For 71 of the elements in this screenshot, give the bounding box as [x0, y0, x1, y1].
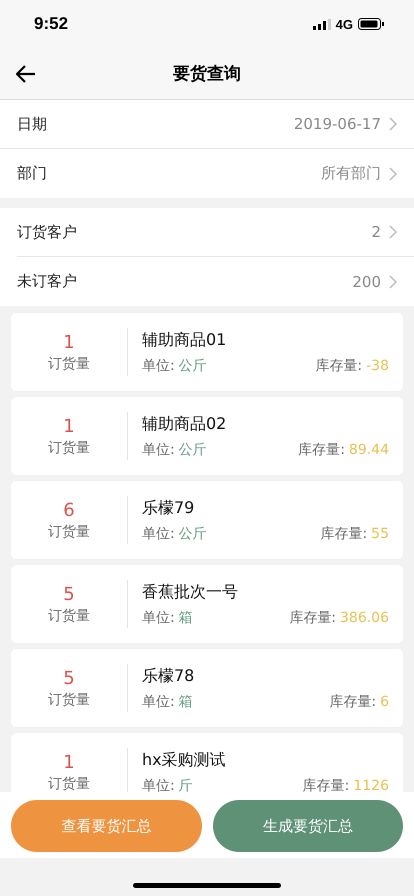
- row-label: 订货客户: [17, 222, 77, 242]
- list-row[interactable]: 订货客户 2: [17, 208, 414, 257]
- order-quantity: 1: [63, 752, 75, 772]
- list-row[interactable]: 日期 2019-06-17: [0, 100, 414, 149]
- product-card[interactable]: 1 订货量 辅助商品01 单位: 公斤 库存量: -38: [11, 313, 403, 391]
- order-quantity: 5: [63, 584, 75, 604]
- stock-label: 库存量:: [302, 778, 350, 792]
- quantity-label: 订货量: [48, 690, 90, 708]
- stock-value: 55: [371, 526, 389, 542]
- list-row[interactable]: 未订客户 200: [17, 257, 414, 306]
- stock-value: 6: [380, 694, 389, 710]
- quantity-label: 订货量: [48, 774, 90, 792]
- unit-label: 单位:: [142, 358, 175, 374]
- product-name: 辅助商品01: [142, 330, 228, 350]
- unit-value: 公斤: [178, 526, 207, 542]
- stock-label: 库存量:: [298, 442, 345, 458]
- quantity-label: 订货量: [48, 606, 90, 624]
- row-value: 所有部门: [321, 164, 381, 183]
- unit-label: 单位:: [142, 526, 175, 542]
- order-quantity: 6: [63, 500, 75, 520]
- back-arrow-icon: [16, 64, 36, 82]
- unit-value: 箱: [178, 610, 193, 626]
- row-label: 日期: [17, 114, 47, 134]
- product-name: 辅助商品02: [142, 414, 228, 434]
- chevron-icon: [389, 225, 397, 239]
- row-label: 部门: [17, 164, 47, 183]
- unit-value: 公斤: [178, 358, 207, 374]
- row-value: 200: [352, 272, 381, 290]
- quantity-label: 订货量: [48, 522, 90, 540]
- product-card[interactable]: 6 订货量 乐檬79 单位: 公斤 库存量: 55: [11, 481, 403, 559]
- unit-label: 单位:: [142, 778, 175, 792]
- unit-label: 单位:: [142, 694, 175, 710]
- chevron-icon: [389, 274, 397, 288]
- network-label: 4G: [336, 16, 353, 32]
- product-name: 乐檬79: [142, 498, 196, 518]
- stock-value: 1126: [353, 778, 389, 792]
- stock-label: 库存量:: [315, 358, 362, 374]
- chevron-icon: [389, 117, 397, 131]
- stock-label: 库存量:: [320, 526, 368, 542]
- list-row[interactable]: 部门 所有部门: [0, 149, 414, 198]
- unit-value: 斤: [178, 778, 193, 792]
- product-card[interactable]: 1 订货量 hx采购测试 单位: 斤 库存量: 1126: [11, 733, 403, 792]
- row-value: 2019-06-17: [294, 115, 381, 133]
- page-title: 要货查询: [172, 63, 242, 85]
- product-card[interactable]: 1 订货量 辅助商品02 单位: 公斤 库存量: 89.44: [11, 397, 403, 475]
- quantity-label: 订货量: [48, 438, 90, 456]
- chevron-icon: [389, 166, 397, 180]
- stock-label: 库存量:: [289, 610, 336, 626]
- product-card[interactable]: 5 订货量 乐檬78 单位: 箱 库存量: 6: [11, 649, 403, 727]
- battery-icon: [358, 18, 384, 30]
- row-label: 未订客户: [17, 272, 77, 291]
- stock-label: 库存量:: [329, 694, 376, 710]
- product-name: 香蕉批次一号: [142, 582, 239, 602]
- quantity-label: 订货量: [48, 354, 90, 372]
- unit-value: 公斤: [178, 442, 207, 458]
- unit-label: 单位:: [142, 442, 175, 458]
- status-time: 9:52: [34, 14, 68, 34]
- stock-value: -38: [366, 358, 389, 374]
- stock-value: 386.06: [340, 610, 389, 626]
- product-name: 乐檬78: [142, 666, 196, 686]
- order-quantity: 1: [63, 332, 75, 352]
- row-value: 2: [371, 223, 381, 241]
- summary-button[interactable]: 生成要货汇总: [212, 800, 403, 852]
- unit-label: 单位:: [142, 610, 175, 626]
- product-name: hx采购测试: [142, 750, 227, 770]
- stock-value: 89.44: [348, 442, 389, 458]
- order-quantity: 5: [63, 668, 75, 688]
- order-quantity: 1: [63, 416, 75, 436]
- unit-value: 箱: [178, 694, 193, 710]
- signal-icon: [312, 18, 331, 30]
- product-card[interactable]: 5 订货量 香蕉批次一号 单位: 箱 库存量: 386.06: [11, 565, 403, 643]
